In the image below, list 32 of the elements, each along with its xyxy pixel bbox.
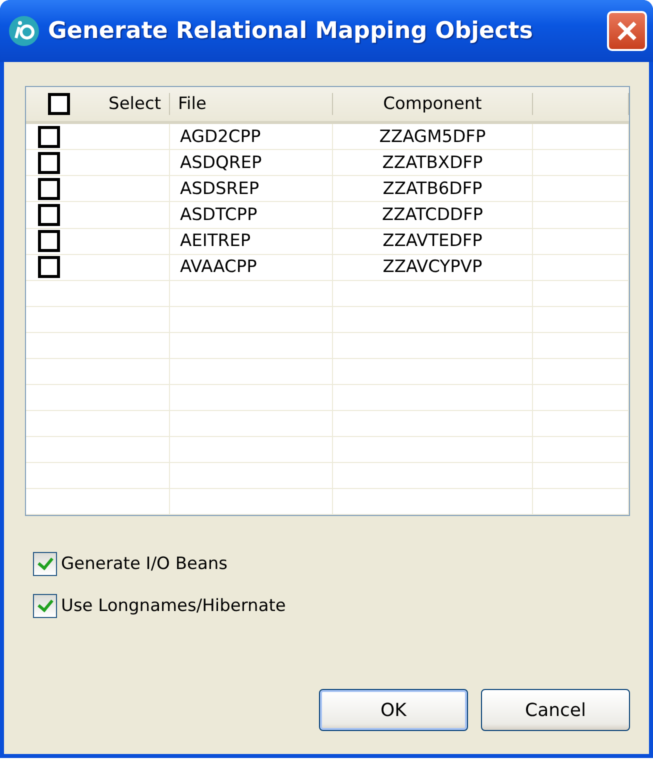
- window-title: Generate Relational Mapping Objects: [48, 18, 534, 44]
- table-cell: AGD2CPP: [170, 124, 333, 150]
- checkbox[interactable]: [38, 152, 60, 174]
- table-cell: AVAACPP: [170, 254, 333, 280]
- column-header[interactable]: Select: [26, 93, 170, 116]
- table-cell: ZZATBXDFP: [333, 150, 533, 176]
- checkbox[interactable]: [38, 178, 60, 200]
- table-cell: ZZAGM5DFP: [333, 124, 533, 150]
- checkbox[interactable]: [38, 204, 60, 226]
- table-cell: ZZATB6DFP: [333, 176, 533, 202]
- dialog-button[interactable]: OK: [319, 689, 468, 731]
- column-header[interactable]: File: [170, 93, 333, 116]
- checkbox[interactable]: [33, 594, 57, 618]
- app-icon: [8, 15, 40, 47]
- table-cell: ASDTCPP: [170, 202, 333, 228]
- checkbox[interactable]: [33, 552, 57, 576]
- checkbox[interactable]: [38, 126, 60, 148]
- table-cell: ZZATCDDFP: [333, 202, 533, 228]
- checkbox[interactable]: [48, 93, 70, 116]
- dialog-button[interactable]: Cancel: [481, 689, 630, 731]
- checkbox[interactable]: [38, 230, 60, 252]
- column-header[interactable]: Component: [333, 93, 533, 116]
- table-cell: ZZAVCYPVP: [333, 254, 533, 280]
- table-cell: ZZAVTEDFP: [333, 228, 533, 254]
- checkbox-label: Use Longnames/Hibernate: [61, 596, 286, 616]
- checkbox[interactable]: [38, 256, 60, 278]
- checkbox-label: Generate I/O Beans: [61, 554, 228, 574]
- table-cell: ASDQREP: [170, 150, 333, 176]
- table-cell: AEITREP: [170, 228, 333, 254]
- table-cell: ASDSREP: [170, 176, 333, 202]
- close-icon: [615, 19, 639, 43]
- close-button[interactable]: [607, 11, 647, 51]
